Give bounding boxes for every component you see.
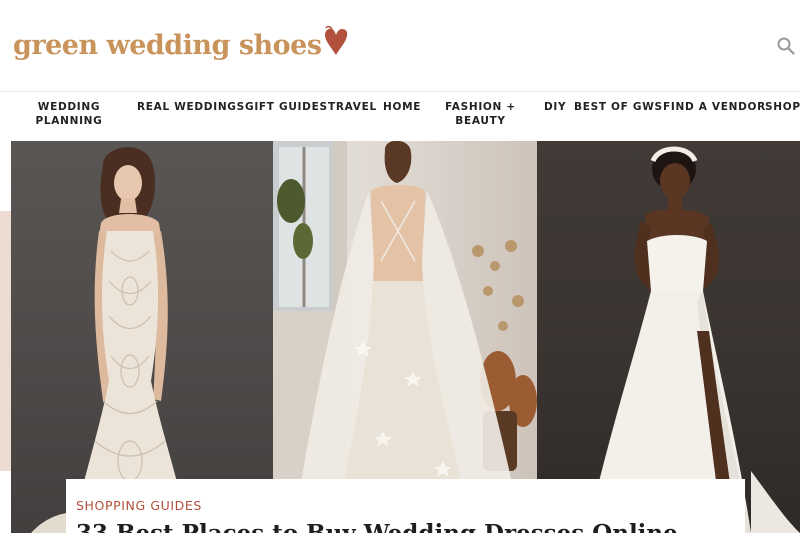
nav-travel[interactable]: TRAVEL [328,100,377,114]
nav-fashion-beauty[interactable]: FASHION + BEAUTY [443,100,518,128]
decorative-strip [0,211,11,471]
site-header: green wedding shoes [0,0,800,91]
site-logo[interactable]: green wedding shoes [13,22,349,70]
logo-text: green wedding shoes [13,30,322,61]
featured-article-card[interactable]: SHOPPING GUIDES 33 Best Places to Buy We… [66,479,745,533]
article-category[interactable]: SHOPPING GUIDES [76,498,735,513]
nav-home[interactable]: HOME [383,100,421,114]
nav-diy[interactable]: DIY [544,100,566,114]
nav-gift-guides[interactable]: GIFT GUIDES [245,100,328,114]
nav-wedding-planning[interactable]: WEDDING PLANNING [34,100,104,128]
nav-find-a-vendor[interactable]: FIND A VENDOR [663,100,766,114]
nav-best-of-gws[interactable]: BEST OF GWS [574,100,663,114]
nav-real-weddings[interactable]: REAL WEDDINGS [137,100,245,114]
hero-image-lace-gown[interactable] [11,141,273,533]
search-icon[interactable] [776,36,796,56]
main-nav: WEDDING PLANNING REAL WEDDINGS GIFT GUID… [0,91,800,141]
heart-icon [323,25,349,62]
hero-image-satin-gown[interactable] [537,141,800,533]
nav-shop[interactable]: SHOP [765,100,800,114]
hero-gallery: SHOPPING GUIDES 33 Best Places to Buy We… [0,141,800,533]
hero-image-cape-gown[interactable] [273,141,537,533]
article-title[interactable]: 33 Best Places to Buy Wedding Dresses On… [76,520,735,533]
